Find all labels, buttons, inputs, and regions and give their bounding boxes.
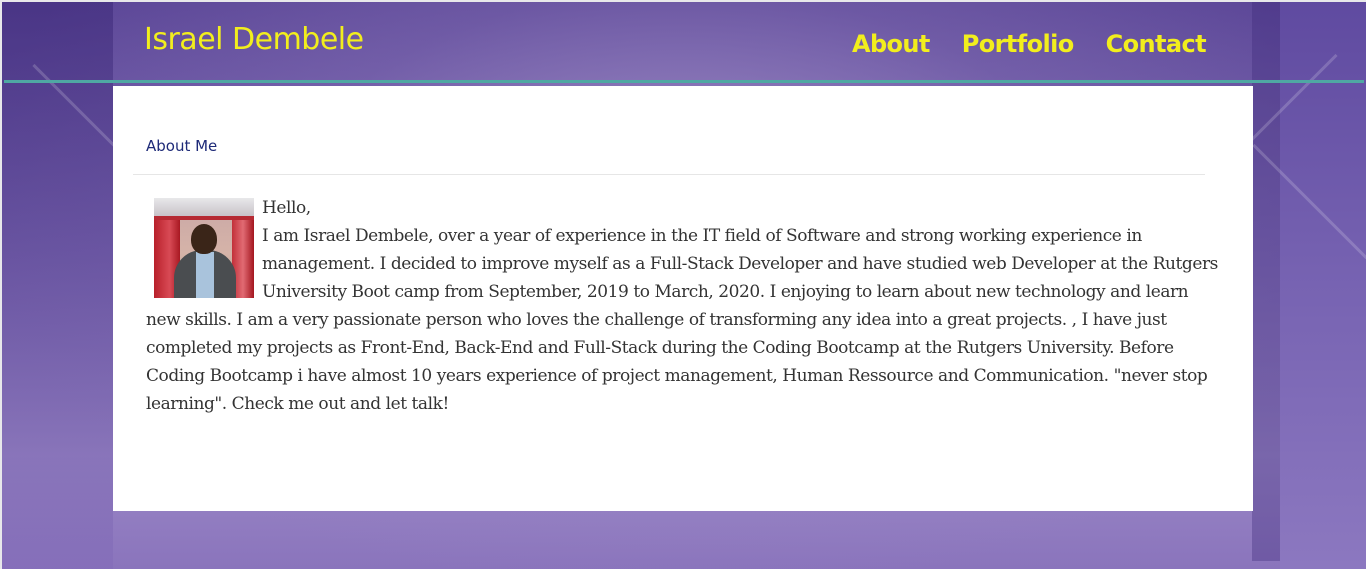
site-brand[interactable]: Israel Dembele [144, 22, 364, 57]
main-nav: About Portfolio Contact [852, 30, 1207, 58]
about-card: About Me Hello, I am Israel Dembele, ove… [113, 86, 1253, 511]
section-title: About Me [146, 137, 218, 155]
nav-link-contact[interactable]: Contact [1106, 30, 1207, 58]
background-right-shadow [1252, 0, 1280, 561]
site-header: Israel Dembele About Portfolio Contact [0, 0, 1366, 80]
header-divider [4, 80, 1364, 83]
about-bio: Hello, I am Israel Dembele, over a year … [146, 194, 1226, 418]
nav-link-about[interactable]: About [852, 30, 930, 58]
bio-text: I am Israel Dembele, over a year of expe… [146, 226, 1218, 414]
background-right-panel [1280, 0, 1366, 569]
nav-link-portfolio[interactable]: Portfolio [962, 30, 1074, 58]
profile-photo [154, 198, 254, 298]
section-divider [133, 174, 1205, 175]
bio-greeting: Hello, [262, 198, 311, 218]
window-left-edge [0, 0, 2, 569]
